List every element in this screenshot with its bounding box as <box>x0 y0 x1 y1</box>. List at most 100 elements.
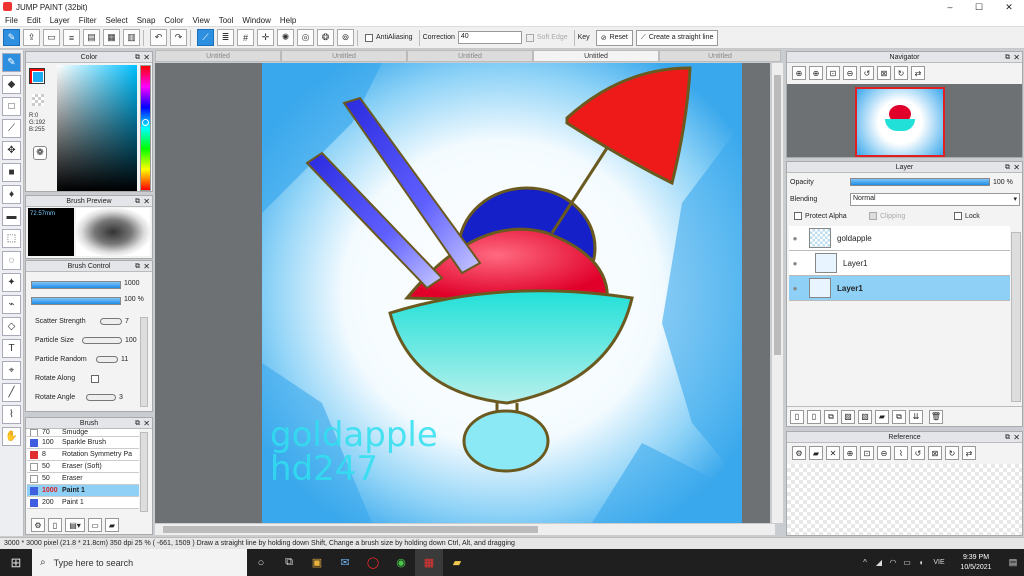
bucket-tool-icon[interactable]: ♦ <box>2 185 21 204</box>
snap-radial-icon[interactable]: ✺ <box>277 29 294 46</box>
wifi-icon[interactable]: ◠ <box>886 549 900 576</box>
redo-icon[interactable]: ↷ <box>170 29 187 46</box>
dock-icon[interactable]: ⧉ <box>135 196 140 207</box>
rotate-left-icon[interactable]: ↺ <box>860 66 874 80</box>
snap-curve-icon[interactable]: ❂ <box>317 29 334 46</box>
brush-size-slider[interactable] <box>31 281 121 289</box>
brush-item[interactable]: 70 Smudge <box>27 429 139 437</box>
menu-view[interactable]: View <box>193 16 210 25</box>
horizontal-scroll-thumb[interactable] <box>163 526 538 533</box>
rotate-right-icon[interactable]: ↻ <box>894 66 908 80</box>
ref-zoom-in-icon[interactable]: ⊕ <box>843 446 857 460</box>
cortana-icon[interactable]: ○ <box>247 549 275 576</box>
dock-icon[interactable]: ⧉ <box>1005 432 1010 443</box>
fill-rect-tool-icon[interactable]: ■ <box>2 163 21 182</box>
actual-size-icon[interactable]: ⊠ <box>877 66 891 80</box>
operation-tool-icon[interactable]: ⌖ <box>2 361 21 380</box>
close-icon[interactable]: ✕ <box>143 418 150 429</box>
tab-untitled-2[interactable]: Untitled <box>281 50 407 62</box>
share-icon[interactable]: ⇪ <box>23 29 40 46</box>
blending-select[interactable]: Normal ▾ <box>850 193 1020 206</box>
brush-item[interactable]: 50 Eraser <box>27 473 139 485</box>
close-icon[interactable]: ✕ <box>143 196 150 207</box>
flip-icon[interactable]: ⇄ <box>911 66 925 80</box>
rotate-angle-slider[interactable] <box>86 394 116 401</box>
close-icon[interactable]: ✕ <box>1013 52 1020 63</box>
tab-untitled-4[interactable]: Untitled <box>533 50 659 62</box>
folder-icon[interactable]: ▰ <box>875 409 889 424</box>
zoom-out-icon[interactable]: ⊖ <box>843 66 857 80</box>
delete-layer-icon[interactable]: 🗑 <box>929 409 943 424</box>
minimize-button[interactable]: – <box>935 0 965 14</box>
visibility-icon[interactable]: ● <box>789 259 801 268</box>
foreground-color-swatch[interactable] <box>32 71 44 83</box>
ref-close-icon[interactable]: ✕ <box>826 446 840 460</box>
mail-icon[interactable]: ✉ <box>331 549 359 576</box>
tone-layer-icon[interactable]: ▨ <box>841 409 855 424</box>
snap-cross-icon[interactable]: ✛ <box>257 29 274 46</box>
panel-icon[interactable]: ▥ <box>123 29 140 46</box>
zoom-in-2-icon[interactable]: ⊕ <box>809 66 823 80</box>
copy-layer-icon[interactable]: ⧉ <box>824 409 838 424</box>
menu-file[interactable]: File <box>5 16 18 25</box>
brush-folder-icon[interactable]: ▰ <box>105 518 119 532</box>
close-button[interactable]: ✕ <box>994 0 1024 14</box>
snap-grid-icon[interactable]: # <box>237 29 254 46</box>
menu-help[interactable]: Help <box>280 16 296 25</box>
lasso-tool-icon[interactable]: ◌ <box>2 251 21 270</box>
rotate-along-checkbox[interactable] <box>91 374 99 383</box>
menu-color[interactable]: Color <box>164 16 183 25</box>
battery-icon[interactable]: ▭ <box>900 549 914 576</box>
tab-untitled-5[interactable]: Untitled <box>659 50 781 62</box>
lock-checkbox[interactable] <box>954 212 962 220</box>
brush-menu-icon[interactable]: ▤▾ <box>65 518 85 532</box>
brush-list-scrollbar[interactable] <box>140 432 148 512</box>
volume-icon[interactable]: ◖ <box>914 549 928 576</box>
new-layer-icon[interactable]: ▯ <box>790 409 804 424</box>
close-icon[interactable]: ✕ <box>143 261 150 272</box>
brush-item[interactable]: 50 Eraser (Soft) <box>27 461 139 473</box>
menu-snap[interactable]: Snap <box>137 16 156 25</box>
divide-tool-icon[interactable]: ╱ <box>2 383 21 402</box>
rectangle-tool-icon[interactable]: □ <box>2 97 21 116</box>
dock-icon[interactable]: ⧉ <box>135 261 140 272</box>
horizontal-scrollbar[interactable] <box>155 523 775 535</box>
reset-button[interactable]: ⊘ Reset <box>595 29 633 46</box>
straight-line-button[interactable]: ⟋ Create a straight line <box>635 29 719 46</box>
brush-item[interactable]: 100 Sparkle Brush <box>27 437 139 449</box>
maximize-button[interactable]: ☐ <box>964 0 994 14</box>
brush-item-selected[interactable]: 1000 Paint 1 <box>27 485 139 497</box>
brush-item[interactable]: 200 Paint 1 <box>27 497 139 509</box>
menu-edit[interactable]: Edit <box>27 16 41 25</box>
particle-size-slider[interactable] <box>82 337 122 344</box>
antialiasing-checkbox[interactable] <box>365 33 373 42</box>
select-eraser-tool-icon[interactable]: ◇ <box>2 317 21 336</box>
clipping-checkbox[interactable] <box>869 212 877 220</box>
snap-symmetry-icon[interactable]: ⊚ <box>337 29 354 46</box>
drawing-canvas[interactable]: goldapple hd247 <box>262 63 742 523</box>
opera-icon[interactable]: ◯ <box>359 549 387 576</box>
network-icon[interactable]: ◢ <box>872 549 886 576</box>
undo-icon[interactable]: ↶ <box>150 29 167 46</box>
snap-circle-icon[interactable]: ◎ <box>297 29 314 46</box>
grid-icon[interactable]: ▦ <box>103 29 120 46</box>
select-pen-tool-icon[interactable]: ⌁ <box>2 295 21 314</box>
layer-list-scrollbar[interactable] <box>1011 232 1021 402</box>
correction-input[interactable]: 40 <box>457 31 522 44</box>
close-icon[interactable]: ✕ <box>1013 162 1020 173</box>
ref-zoom-out-icon[interactable]: ⊖ <box>877 446 891 460</box>
transparent-color-swatch[interactable] <box>32 94 44 106</box>
menu-select[interactable]: Select <box>105 16 127 25</box>
jump-paint-taskbar-icon[interactable]: ▦ <box>415 549 443 576</box>
menu-window[interactable]: Window <box>242 16 270 25</box>
dock-icon[interactable]: ⧉ <box>135 52 140 63</box>
close-icon[interactable]: ✕ <box>143 52 150 63</box>
windows-start-icon[interactable]: ⊞ <box>0 549 32 576</box>
gradient-tool-icon[interactable]: ▬ <box>2 207 21 226</box>
brush-item[interactable]: 8 Rotation Symmetry Pa <box>27 449 139 461</box>
eyedropper-tool-icon[interactable]: ⌇ <box>2 405 21 424</box>
move-tool-icon[interactable]: ✥ <box>2 141 21 160</box>
protect-alpha-checkbox[interactable] <box>794 212 802 220</box>
menu-layer[interactable]: Layer <box>50 16 70 25</box>
language-indicator[interactable]: VIE <box>928 549 950 576</box>
